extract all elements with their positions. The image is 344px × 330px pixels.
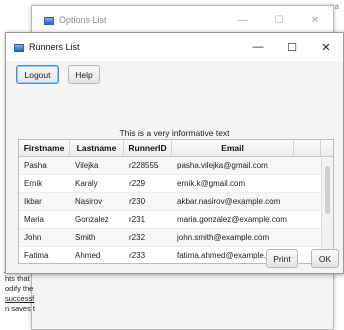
doc-line: successf [5,294,35,303]
cell-firstname: John [24,233,42,242]
table-vertical-scrollbar[interactable]: ▼ [321,158,333,263]
minimize-icon[interactable]: — [225,15,261,26]
cell-firstname: Ikbar [24,197,42,206]
cell-runnerid: r231 [129,215,146,224]
app-icon [14,44,24,52]
maximize-icon[interactable]: ☐ [275,41,309,54]
cell-lastname: Smith [75,233,96,242]
cell-lastname: Ahmed [75,251,101,260]
options-list-title: Options List [59,15,107,25]
cell-lastname: Nasirov [75,197,103,206]
cell-runnerid: r232 [129,233,146,242]
minimize-icon[interactable]: — [241,41,275,54]
cell-email: ernik.k@gmail.com [177,179,246,188]
close-icon[interactable]: ✕ [309,41,343,54]
cell-email: akbar.nasirov@example.com [177,197,281,206]
print-button[interactable]: Print [266,249,298,268]
table-row[interactable]: Maria Gonzalez r231 maria.gonzalez@examp… [19,211,333,229]
logout-button[interactable]: Logout [16,65,59,84]
doc-line: hts that [5,274,30,283]
cell-runnerid: r229 [129,179,146,188]
cell-firstname: Fatima [24,251,49,260]
column-header-email[interactable]: Email [172,140,294,156]
close-icon[interactable]: ✕ [297,15,333,26]
table-row[interactable]: Ernik Karaly r229 ernik.k@gmail.com [19,175,333,193]
cell-email: john.smith@example.com [177,233,270,242]
cell-lastname: Gonzalez [75,215,109,224]
runners-table: Firstname Lastname RunnerID Email Pasha … [18,139,334,264]
table-row[interactable]: Ikbar Nasirov r230 akbar.nasirov@example… [19,193,333,211]
column-header-firstname[interactable]: Firstname [19,140,70,156]
column-header-runnerid[interactable]: RunnerID [124,140,172,156]
column-header-extra [294,140,321,156]
table-header: Firstname Lastname RunnerID Email [19,140,333,157]
scrollbar-thumb[interactable] [325,166,330,214]
cell-email: maria.gonzalez@example.com [177,215,287,224]
cell-lastname: Karaly [75,179,98,188]
column-header-lastname[interactable]: Lastname [70,140,124,156]
app-icon [44,17,54,25]
cell-lastname: Vilejka [75,161,99,170]
cell-firstname: Pasha [24,161,47,170]
cell-runnerid: r230 [129,197,146,206]
doc-line: odify the [5,284,34,293]
cell-email: pasha.vilejka@gmail.com [177,161,268,170]
options-list-titlebar: Options List — ☐ ✕ [32,6,333,34]
help-button[interactable]: Help [68,65,100,84]
maximize-icon[interactable]: ☐ [261,15,297,26]
doc-line: n saves t [5,304,36,313]
info-text: This is a very informative text [119,128,230,138]
runners-list-title: Runners List [29,42,80,52]
table-row[interactable]: John Smith r232 john.smith@example.com [19,229,333,247]
table-row[interactable]: Pasha Vilejka r228555 pasha.vilejka@gmai… [19,157,333,175]
ok-button[interactable]: OK [311,249,339,268]
runners-list-window: Runners List — ☐ ✕ Logout Help This is a… [5,32,344,274]
background-document-text: hts that odify the successf n saves t [5,274,45,314]
cell-runnerid: r228555 [129,161,159,170]
cell-runnerid: r233 [129,251,146,260]
cell-firstname: Ernik [24,179,43,188]
runners-list-titlebar: Runners List — ☐ ✕ [6,33,343,61]
cell-firstname: Maria [24,215,45,224]
